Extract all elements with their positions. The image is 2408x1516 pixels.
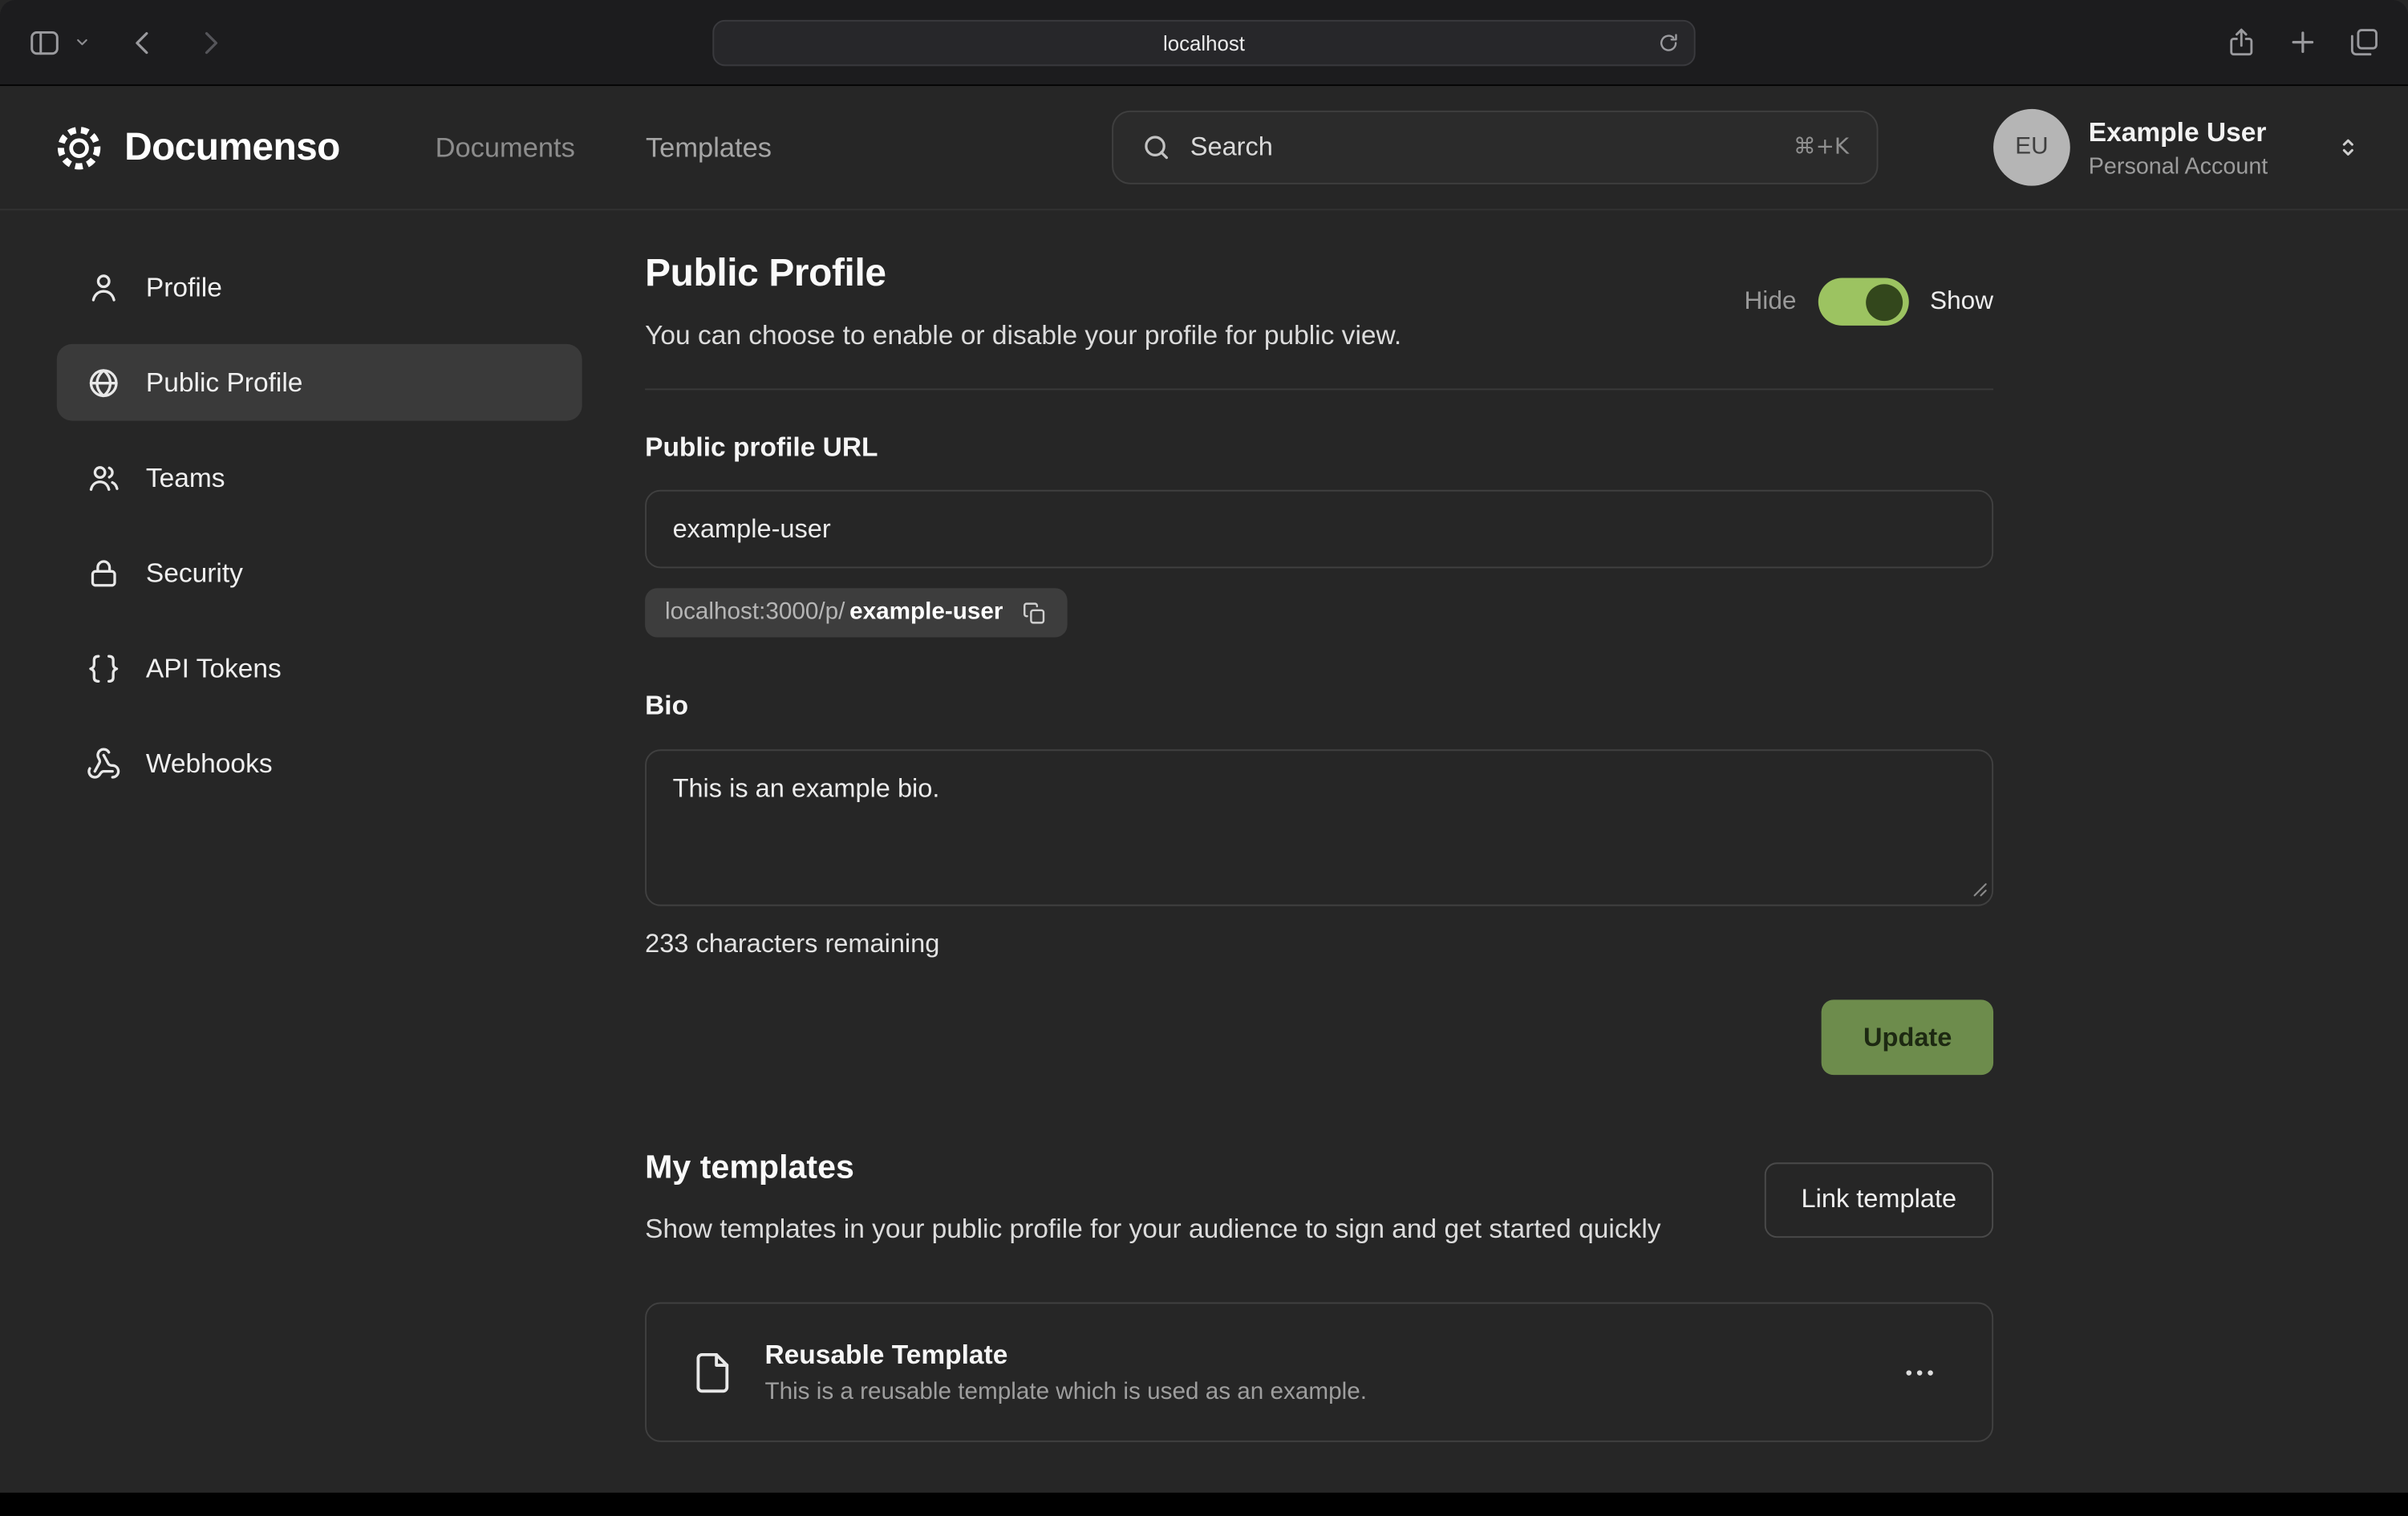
sidebar-item-profile[interactable]: Profile	[57, 249, 582, 326]
braces-icon	[86, 651, 121, 686]
nav-templates[interactable]: Templates	[646, 132, 772, 164]
address-bar[interactable]: localhost	[712, 20, 1695, 66]
browser-chrome: localhost	[0, 0, 2408, 86]
user-name: Example User	[2089, 116, 2268, 148]
public-profile-url-input[interactable]	[645, 490, 1993, 569]
my-templates-section: My templates Show templates in your publ…	[645, 1149, 1993, 1442]
bio-textarea[interactable]: This is an example bio.	[645, 749, 1993, 906]
chevron-down-icon[interactable]	[74, 34, 91, 51]
account-menu[interactable]: EU Example User Personal Account	[1993, 109, 2361, 186]
show-label: Show	[1930, 287, 1993, 316]
public-profile-url-pill[interactable]: localhost:3000/p/ example-user	[645, 588, 1068, 637]
share-icon[interactable]	[2225, 26, 2257, 59]
sidebar-item-label: Profile	[146, 271, 222, 303]
sidebar-item-label: Security	[146, 557, 243, 589]
sidebar-item-label: Public Profile	[146, 367, 303, 399]
search-icon	[1141, 132, 1172, 163]
main-nav: Documents Templates	[436, 132, 772, 164]
user-icon	[86, 270, 121, 305]
template-description: This is a reusable template which is use…	[764, 1379, 1367, 1406]
hide-label: Hide	[1744, 287, 1796, 316]
documenso-logo-icon	[54, 122, 104, 172]
divider	[645, 388, 1993, 390]
url-text: localhost	[1163, 31, 1245, 55]
public-profile-url-label: Public profile URL	[645, 432, 1993, 464]
bio-label: Bio	[645, 690, 1993, 722]
page-title: Public Profile	[645, 252, 1401, 297]
back-icon[interactable]	[128, 27, 158, 58]
toggle-knob	[1866, 283, 1903, 320]
url-slug: example-user	[849, 599, 1003, 626]
my-templates-title: My templates	[645, 1149, 1660, 1187]
sidebar-item-label: Teams	[146, 461, 225, 493]
search-placeholder: Search	[1190, 132, 1273, 163]
sidebar-item-webhooks[interactable]: Webhooks	[57, 725, 582, 802]
profile-visibility-toggle[interactable]	[1818, 278, 1908, 326]
users-icon	[86, 460, 121, 495]
my-templates-subtitle: Show templates in your public profile fo…	[645, 1209, 1660, 1250]
file-icon	[690, 1349, 736, 1395]
settings-sidebar: Profile Public Profile Teams Security	[0, 210, 645, 1493]
window-bottom-edge	[0, 1493, 2408, 1516]
sidebar-item-public-profile[interactable]: Public Profile	[57, 344, 582, 421]
nav-documents[interactable]: Documents	[436, 132, 575, 164]
new-tab-icon[interactable]	[2287, 26, 2319, 59]
characters-remaining: 233 characters remaining	[645, 929, 1993, 959]
app-window: localhost Documenso Documents	[0, 0, 2408, 1516]
tab-overview-icon[interactable]	[2348, 26, 2380, 59]
brand-name: Documenso	[124, 125, 340, 170]
globe-icon	[86, 365, 121, 400]
sidebar-item-label: API Tokens	[146, 652, 282, 684]
sidebar-toggle-icon[interactable]	[27, 26, 61, 59]
template-menu-button[interactable]	[1901, 1354, 1938, 1391]
app-header: Documenso Documents Templates Search ⌘+K…	[0, 86, 2408, 210]
link-template-button[interactable]: Link template	[1765, 1161, 1994, 1237]
forward-icon[interactable]	[195, 27, 225, 58]
visibility-toggle-group: Hide Show	[1744, 278, 1993, 326]
template-card[interactable]: Reusable Template This is a reusable tem…	[645, 1303, 1993, 1442]
content-area: Profile Public Profile Teams Security	[0, 210, 2408, 1493]
search-input[interactable]: Search ⌘+K	[1112, 111, 1878, 184]
url-prefix: localhost:3000/p/	[665, 599, 845, 626]
lock-icon	[86, 555, 121, 590]
update-button[interactable]: Update	[1822, 999, 1993, 1075]
brand[interactable]: Documenso	[54, 122, 340, 172]
search-shortcut: ⌘+K	[1794, 135, 1849, 160]
page-subtitle: You can choose to enable or disable your…	[645, 319, 1401, 351]
reload-icon[interactable]	[1657, 31, 1680, 55]
sidebar-item-security[interactable]: Security	[57, 534, 582, 611]
sidebar-item-label: Webhooks	[146, 747, 273, 779]
avatar: EU	[1993, 109, 2070, 186]
webhook-icon	[86, 746, 121, 781]
chevrons-up-down-icon	[2334, 134, 2361, 161]
account-type: Personal Account	[2089, 152, 2268, 179]
sidebar-item-teams[interactable]: Teams	[57, 440, 582, 517]
copy-icon[interactable]	[1021, 600, 1048, 626]
sidebar-item-api-tokens[interactable]: API Tokens	[57, 630, 582, 707]
main-content: Public Profile You can choose to enable …	[645, 210, 1993, 1493]
template-name: Reusable Template	[764, 1339, 1367, 1371]
